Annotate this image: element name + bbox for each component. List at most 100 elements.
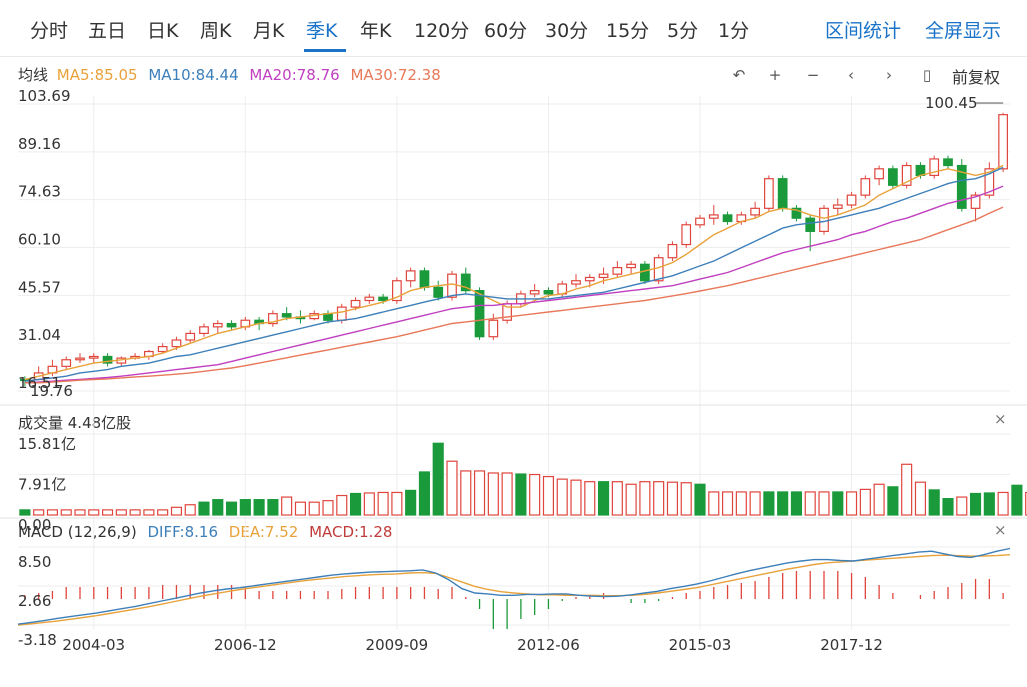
candle [805,217,816,232]
volume-bar [570,479,582,516]
ma20-line [24,185,1004,384]
candle [350,299,361,308]
candle [695,217,705,226]
volume-bar [611,481,623,516]
volume-bar [281,496,293,516]
volume-bar [253,499,265,516]
volume-bar [556,478,568,516]
candle [171,339,182,348]
volume-bar [928,489,940,516]
volume-bar [997,491,1009,516]
volume-bar [129,509,141,516]
candle [998,114,1008,170]
volume-bar [143,509,155,516]
volume-bar [804,491,816,516]
volume-bar [777,491,789,516]
x-axis-label: 2004-03 [62,636,125,654]
candle [888,168,898,186]
candle [378,296,388,302]
x-axis-label: 2017-12 [820,636,883,654]
volume-bar [859,488,871,516]
volume-bar [721,491,734,516]
candle [488,319,499,338]
volume-bar [432,442,444,516]
volume-bar [184,504,196,516]
x-axis-label: 2006-12 [214,636,277,654]
volume-bar [377,491,389,516]
min-price-label: 19.76 [30,382,73,400]
candle [336,306,347,321]
candle [612,266,623,275]
volume-bar [584,481,596,516]
price-tick-label: 60.10 [18,231,61,249]
candle [185,332,196,341]
volume-bar [708,491,720,516]
volume-bar [19,509,31,516]
x-axis-label: 2012-06 [517,636,580,654]
candle [157,345,168,353]
candle [364,296,375,302]
volume-bar [790,491,803,516]
chart-canvas[interactable]: 103.6989.1674.6360.1045.5731.0416.51100.… [0,0,1027,687]
price-tick-label: 45.57 [18,278,61,296]
volume-bar [832,491,844,516]
volume-bar [845,491,858,516]
candle [226,322,237,328]
volume-bar [901,463,913,516]
volume-bar [349,492,362,516]
volume-bar [294,501,307,516]
volume-bar [942,498,954,516]
macd-tick-label: 8.50 [18,553,51,571]
volume-bar [501,472,513,516]
volume-bar [887,486,899,516]
volume-bar [818,491,830,516]
volume-bar [115,509,127,516]
dea-line [17,554,1011,626]
candle [433,286,444,298]
volume-bar [749,491,761,516]
volume-bar [418,471,431,516]
candle [722,214,733,223]
volume-bar [212,499,224,516]
volume-bar [460,470,472,516]
volume-bar [666,481,679,516]
x-axis-label: 2009-09 [366,636,429,654]
max-price-label: 100.45 [925,94,978,112]
volume-bar [487,472,499,516]
candle [88,355,99,359]
volume-bar [198,501,210,516]
candle [681,224,692,246]
volume-bar [542,475,555,516]
volume-bar [529,473,541,516]
volume-bar [735,491,747,516]
candle [915,164,926,177]
candle [943,158,953,167]
volume-bar [473,470,486,516]
volume-bar [446,460,458,516]
volume-bar [225,501,238,516]
candle [764,178,774,209]
volume-bar [639,481,651,516]
x-axis-label: 2015-03 [669,636,732,654]
volume-bar [597,481,610,516]
volume-bar [239,499,251,516]
volume-bar [267,499,279,516]
volume-bar [74,509,86,516]
candle [75,357,85,361]
volume-tick-label: 7.91亿 [18,476,66,494]
volume-bar [680,482,692,516]
volume-bar [60,509,72,516]
candle [667,243,678,259]
volume-bar [956,496,968,516]
candle [846,194,857,206]
volume-bar [873,483,885,516]
volume-bar [101,509,114,516]
volume-bar [157,509,169,516]
volume-bar [405,489,417,516]
kline-chart-app: 分时 五日 日K 周K 月K 季K 年K 120分 60分 30分 15分 5分… [0,0,1027,687]
candle [832,204,843,209]
candle [529,290,540,295]
candle [584,276,595,282]
candle [543,290,554,295]
candle [653,257,664,282]
